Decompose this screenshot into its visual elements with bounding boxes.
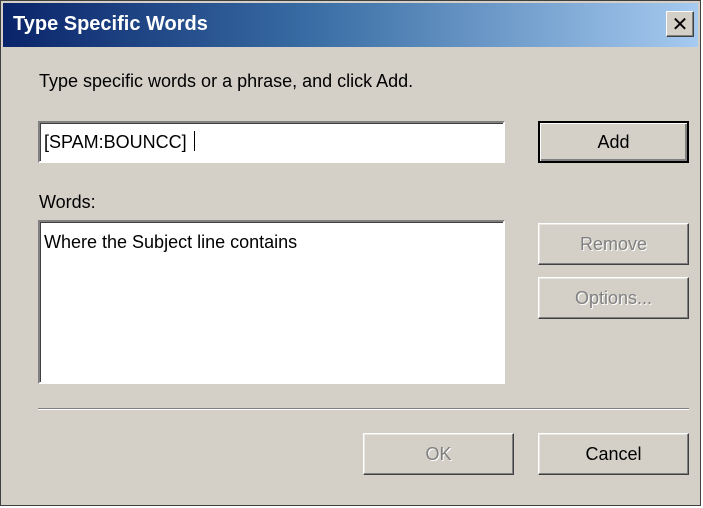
instruction-text: Type specific words or a phrase, and cli… [39,71,414,91]
add-button[interactable]: Add [538,121,689,163]
words-list[interactable]: Where the Subject line contains [38,220,505,384]
ok-button[interactable]: OK [363,433,514,475]
list-item[interactable]: Where the Subject line contains [44,232,503,253]
words-input-value: [SPAM:BOUNCC] [44,132,192,152]
title-bar[interactable]: Type Specific Words ✕ [3,3,698,47]
cancel-button[interactable]: Cancel [538,433,689,475]
dialog-window: Type Specific Words ✕ Type specific word… [0,0,701,506]
close-button[interactable]: ✕ [666,11,694,37]
dialog-title: Type Specific Words [13,13,208,35]
remove-button[interactable]: Remove [538,223,689,265]
words-label: Words: [39,192,96,212]
separator [38,408,689,410]
options-button[interactable]: Options... [538,277,689,319]
text-caret [193,131,195,151]
close-icon: ✕ [671,12,689,36]
words-input[interactable]: [SPAM:BOUNCC] [38,121,505,163]
